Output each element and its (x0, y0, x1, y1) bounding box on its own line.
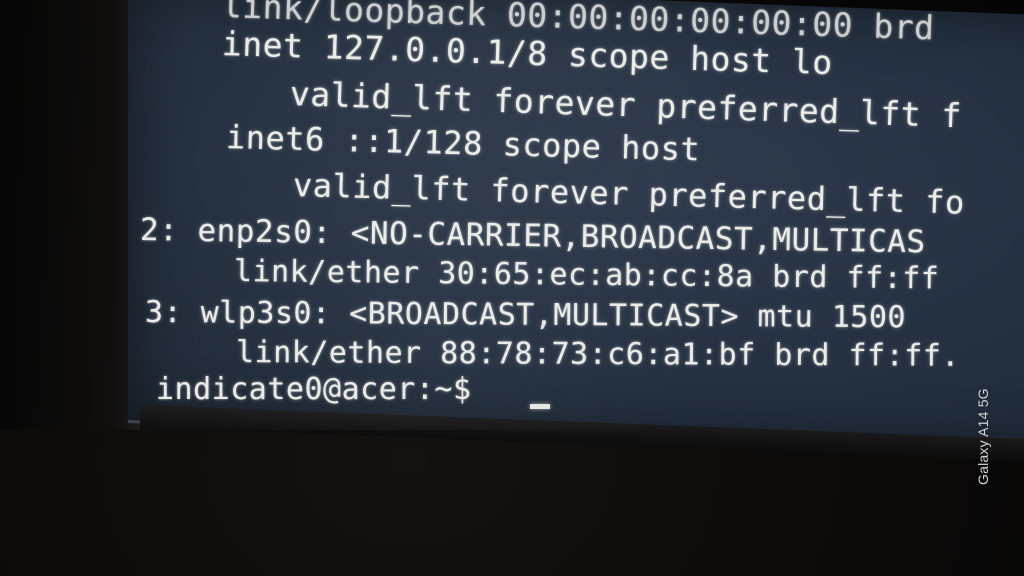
camera-watermark: Galaxy A14 5G (975, 388, 991, 485)
terminal-cursor (530, 404, 550, 409)
terminal-line-valid-lft-2: valid_lft forever preferred_lft fo (292, 166, 966, 222)
terminal-line-inet6: inet6 ::1/128 scope host (225, 118, 701, 169)
terminal-line-enp2s0-ether: link/ether 30:65:ec:ab:cc:8a brd ff:ff (233, 254, 940, 297)
terminal-line-enp2s0: 2: enp2s0: <NO-CARRIER,BROADCAST,MULTICA… (139, 212, 926, 261)
terminal-line-wlp3s0: 3: wlp3s0: <BROADCAST,MULTICAST> mtu 150… (144, 295, 907, 336)
terminal-line-wlp3s0-ether: link/ether 88:78:73:c6:a1:bf brd ff:ff. (235, 335, 960, 374)
terminal-prompt[interactable]: indicate0@acer:~$ (156, 372, 472, 407)
terminal-output: link/loopback 00:00:00:00:00:00 brd inet… (0, 0, 1024, 430)
photo-of-monitor: link/loopback 00:00:00:00:00:00 brd inet… (0, 0, 1024, 576)
